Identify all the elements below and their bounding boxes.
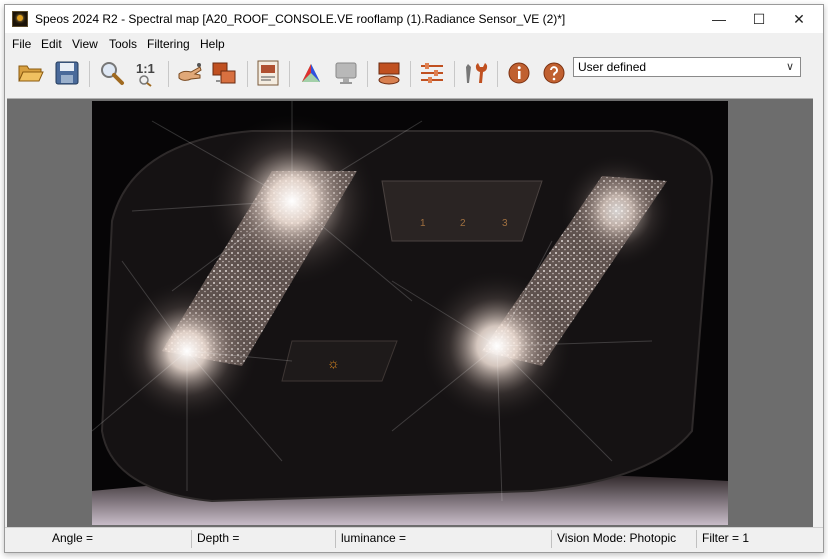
menu-edit[interactable]: Edit (41, 37, 62, 51)
vision-mode-select[interactable]: User defined ∨ (573, 57, 801, 77)
status-angle: Angle = (52, 531, 94, 545)
button-label-2: 2 (460, 218, 466, 229)
color-button[interactable] (296, 58, 326, 88)
save-button[interactable] (52, 58, 82, 88)
toolbar-separator (410, 61, 411, 87)
image-properties-icon (257, 60, 279, 86)
display-button[interactable] (374, 58, 404, 88)
layers-icon (212, 62, 236, 84)
adjust-button[interactable] (417, 58, 447, 88)
title-bar[interactable]: Speos 2024 R2 - Spectral map [A20_ROOF_C… (5, 5, 823, 33)
info-button[interactable] (504, 58, 534, 88)
status-filter: Filter = 1 (702, 531, 750, 545)
button-label-1: 1 (420, 218, 426, 229)
status-depth: Depth = (197, 531, 240, 545)
color-triangle-icon (302, 64, 320, 82)
hand-pointer-icon (178, 63, 202, 81)
tools-icon (466, 63, 488, 83)
lamp-switch-icon: ☼ (327, 355, 340, 371)
toolbar-separator (454, 61, 455, 87)
status-divider (191, 530, 192, 548)
save-icon (55, 61, 79, 85)
button-label-3: 3 (502, 218, 508, 229)
help-button[interactable] (539, 58, 569, 88)
minimize-button[interactable]: — (699, 5, 739, 33)
app-window: Speos 2024 R2 - Spectral map [A20_ROOF_C… (4, 4, 824, 553)
status-vision-mode: Vision Mode: Photopic (557, 531, 677, 545)
close-button[interactable]: ✕ (779, 5, 819, 33)
maximize-button[interactable]: ☐ (739, 5, 779, 33)
menu-view[interactable]: View (72, 37, 98, 51)
layers-button[interactable] (210, 58, 240, 88)
zoom-button[interactable] (97, 58, 127, 88)
speos-app-icon (12, 11, 28, 27)
zoom-icon (101, 62, 124, 85)
menu-tools[interactable]: Tools (109, 37, 137, 51)
status-bar: Angle = Depth = luminance = Vision Mode:… (5, 527, 823, 552)
window-title: Speos 2024 R2 - Spectral map [A20_ROOF_C… (35, 12, 566, 26)
toolbar-separator (89, 61, 90, 87)
monitor-icon (335, 62, 357, 84)
vision-mode-select-value: User defined (578, 60, 647, 74)
pan-button[interactable] (175, 58, 205, 88)
menu-bar: File Edit View Tools Filtering Help (5, 34, 823, 54)
open-folder-icon (18, 65, 44, 82)
open-button[interactable] (16, 58, 46, 88)
status-divider (551, 530, 552, 548)
zoom-one-to-one-icon: 1:1 (136, 61, 155, 87)
status-luminance: luminance = (341, 531, 407, 545)
status-divider (696, 530, 697, 548)
menu-file[interactable]: File (12, 37, 31, 51)
help-icon (543, 62, 565, 84)
image-properties-button[interactable] (253, 58, 283, 88)
monitor-button[interactable] (331, 58, 361, 88)
zoom-one-to-one-button[interactable]: 1:1 (132, 58, 162, 88)
adjust-sliders-icon (421, 63, 443, 83)
image-viewport[interactable]: 1 2 3 ☼ (7, 98, 813, 527)
chevron-down-icon: ∨ (785, 61, 794, 73)
svg-text:1:1: 1:1 (136, 61, 155, 76)
menu-filtering[interactable]: Filtering (147, 37, 190, 51)
menu-help[interactable]: Help (200, 37, 225, 51)
tools-button[interactable] (460, 58, 490, 88)
toolbar-separator (168, 61, 169, 87)
toolbar-separator (247, 61, 248, 87)
toolbar: 1:1 User defined ∨ (5, 55, 823, 93)
spectral-map-image[interactable]: 1 2 3 ☼ (92, 101, 728, 525)
status-divider (335, 530, 336, 548)
toolbar-separator (289, 61, 290, 87)
info-icon (508, 62, 530, 84)
toolbar-separator (497, 61, 498, 87)
display-icon (378, 62, 400, 85)
toolbar-separator (367, 61, 368, 87)
